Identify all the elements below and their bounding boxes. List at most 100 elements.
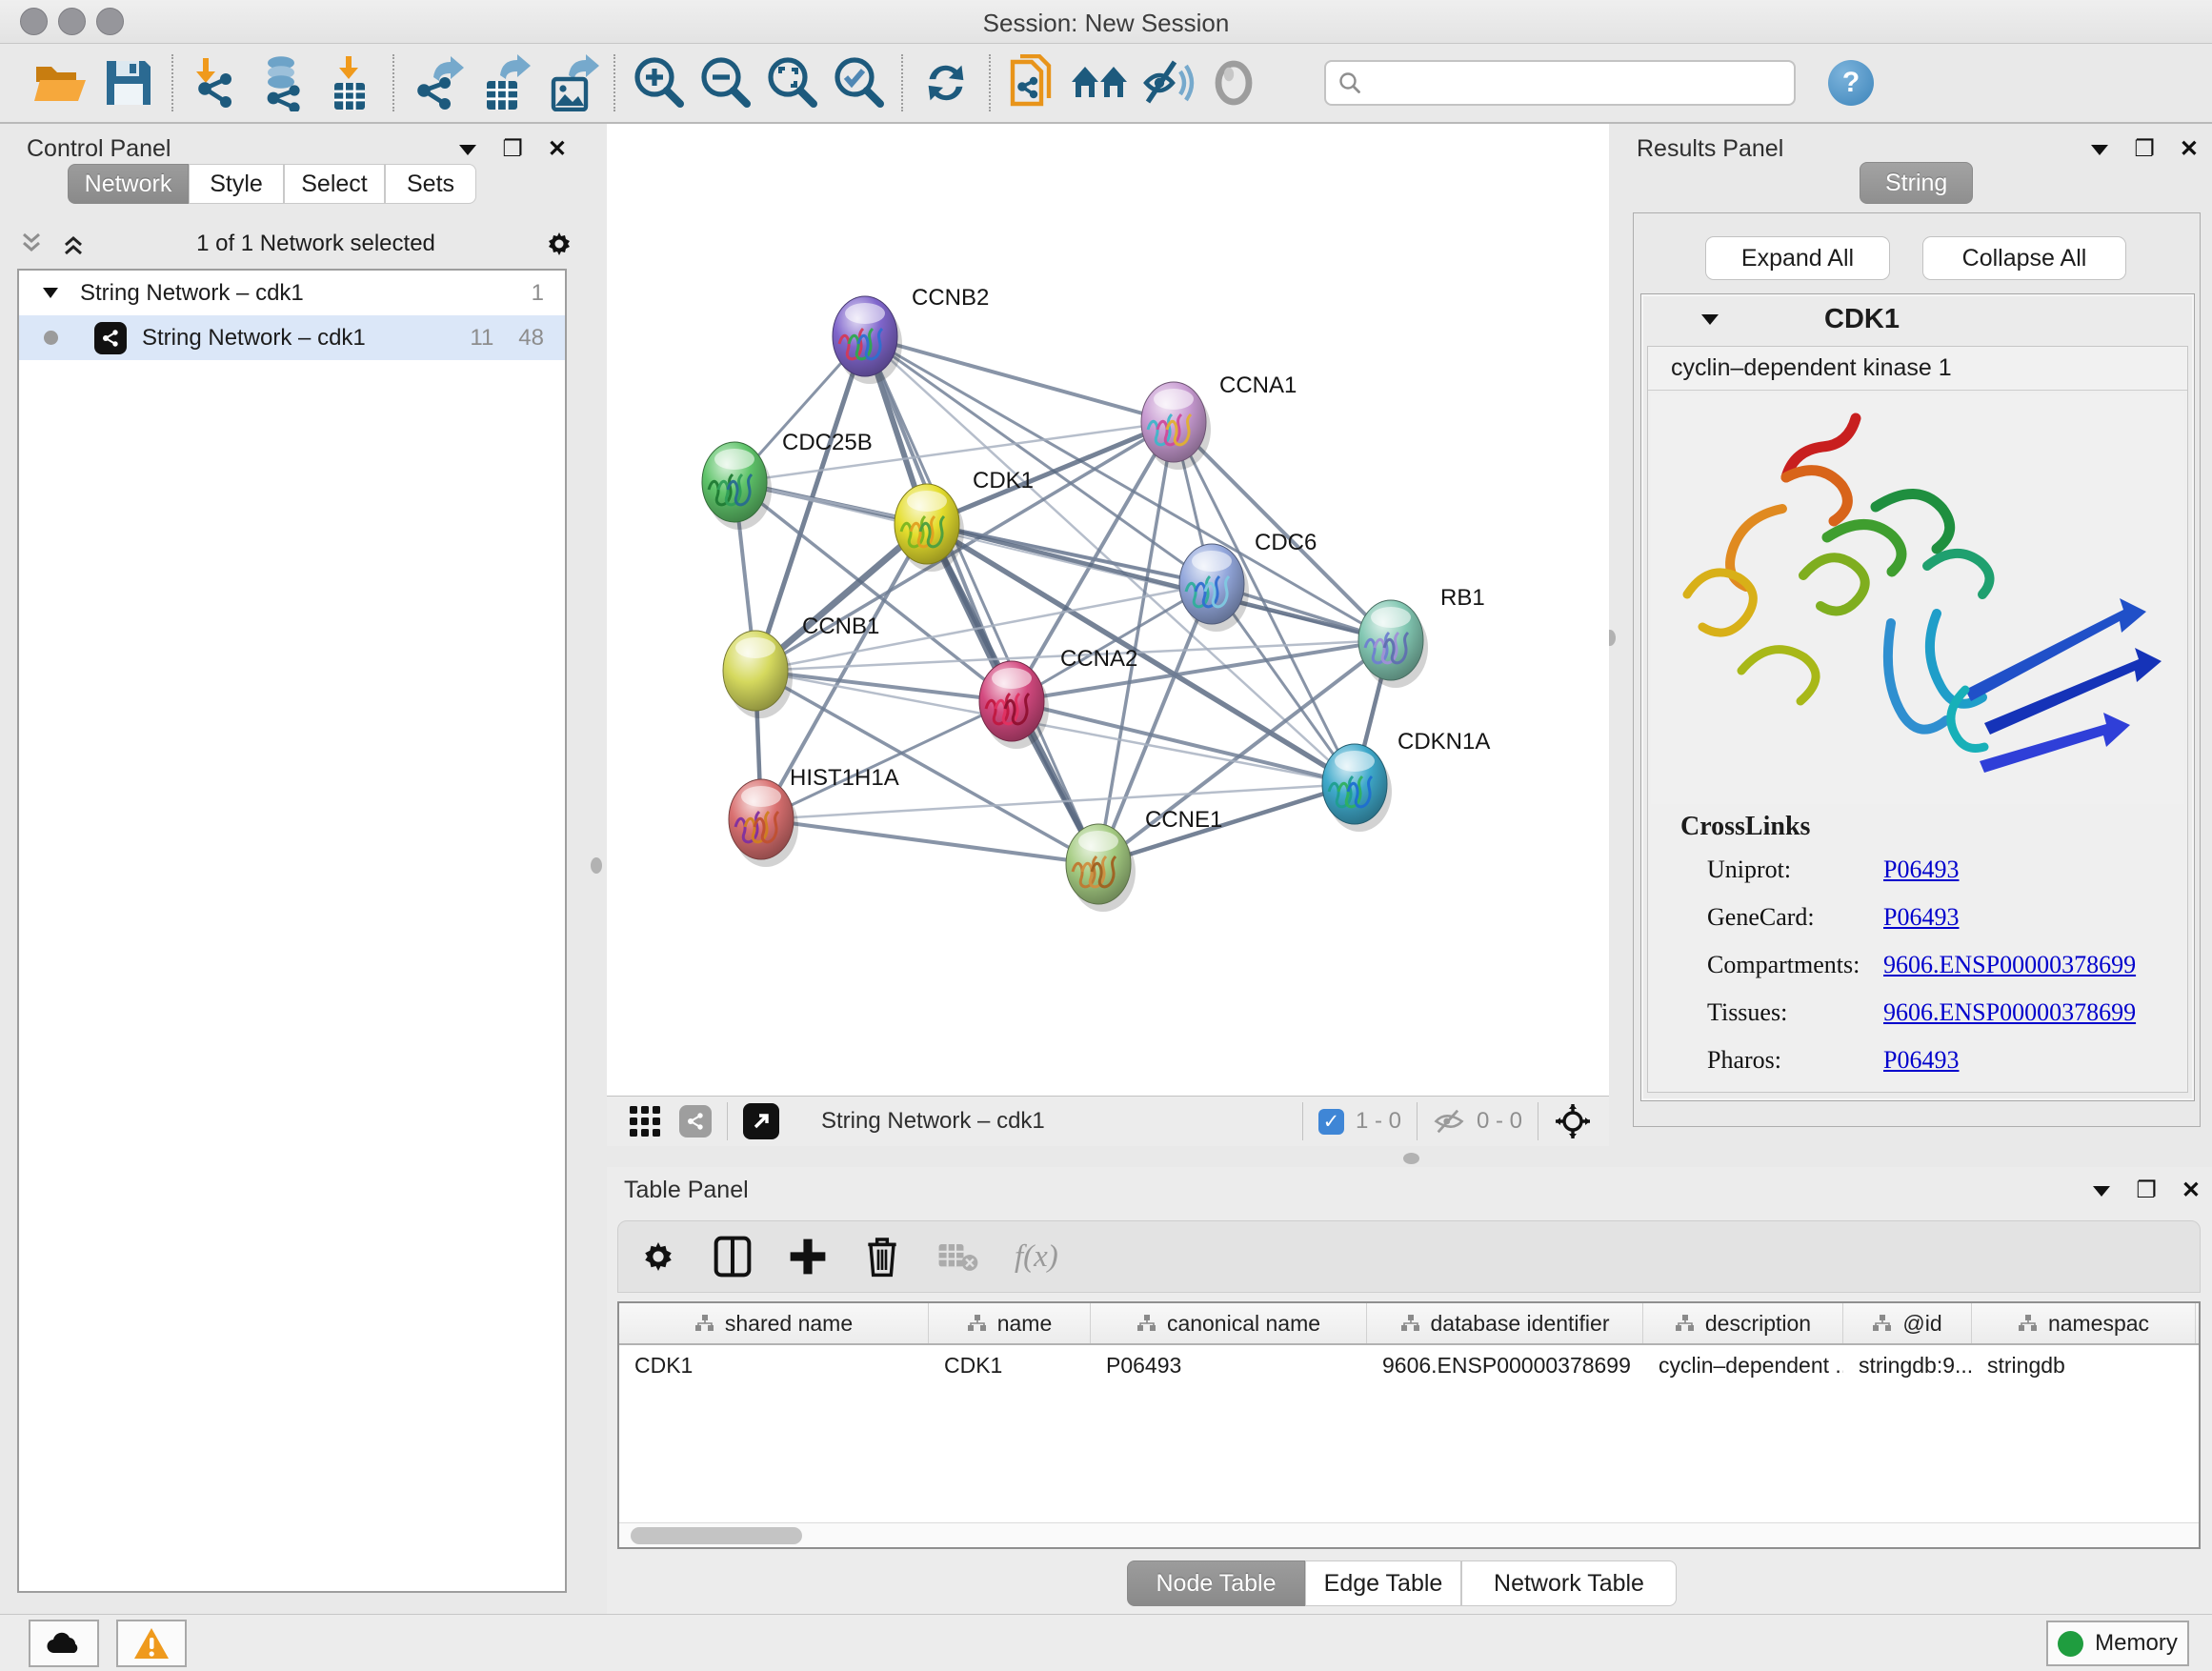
- collapse-all-button[interactable]: Collapse All: [1922, 236, 2126, 280]
- column-header[interactable]: canonical name: [1091, 1303, 1367, 1343]
- export-table-button[interactable]: [471, 51, 537, 114]
- center-view-crosshair-icon[interactable]: [1554, 1102, 1592, 1140]
- import-network-from-database-button[interactable]: [250, 51, 316, 114]
- memory-button[interactable]: Memory: [2046, 1621, 2189, 1666]
- network-node[interactable]: CCNE1: [1066, 807, 1222, 912]
- table-panel: Table Panel ❐ ✕: [607, 1167, 2212, 1614]
- zoom-fit-button[interactable]: [758, 51, 825, 114]
- add-column-icon[interactable]: [788, 1237, 828, 1277]
- selected-node-edge-count: 1 - 0: [1356, 1108, 1401, 1135]
- tab-network[interactable]: Network: [68, 164, 189, 204]
- panel-menu-icon[interactable]: [2092, 1184, 2111, 1198]
- crosslink-link[interactable]: 9606.ENSP00000378699: [1883, 951, 2136, 979]
- string-network-graph[interactable]: CCNB2CCNA1CDC25BCDK1CDC6RB1CCNB1CCNA2CDK…: [607, 124, 1609, 1096]
- tab-select[interactable]: Select: [284, 164, 385, 204]
- help-button[interactable]: ?: [1828, 60, 1874, 106]
- network-node[interactable]: CCNA1: [1141, 372, 1297, 470]
- cloud-status-button[interactable]: [29, 1620, 99, 1667]
- search-field[interactable]: [1324, 60, 1796, 106]
- zoom-in-button[interactable]: [625, 51, 692, 114]
- string-import-button[interactable]: [1000, 51, 1067, 114]
- panel-close-icon[interactable]: ✕: [2182, 1177, 2201, 1204]
- tab-sets[interactable]: Sets: [385, 164, 476, 204]
- tab-node-table[interactable]: Node Table: [1127, 1560, 1305, 1606]
- column-grip-icon: [694, 1314, 715, 1333]
- column-header[interactable]: database identifier: [1367, 1303, 1643, 1343]
- crosslink-link[interactable]: P06493: [1883, 856, 1959, 884]
- panel-float-icon[interactable]: ❐: [2134, 135, 2155, 163]
- scrollbar-thumb[interactable]: [631, 1527, 802, 1544]
- crosslink-link[interactable]: P06493: [1883, 1046, 1959, 1075]
- control-panel-title: Control Panel: [27, 135, 171, 163]
- panel-float-icon[interactable]: ❐: [502, 135, 523, 163]
- column-header[interactable]: shared name: [619, 1303, 929, 1343]
- bottom-splitter-grip[interactable]: [1403, 1153, 1419, 1164]
- show-columns-icon[interactable]: [714, 1236, 752, 1278]
- panel-menu-icon[interactable]: [458, 143, 477, 156]
- collapse-all-icon[interactable]: [17, 230, 46, 258]
- node-table[interactable]: shared namenamecanonical namedatabase id…: [617, 1301, 2201, 1549]
- network-node[interactable]: CCNA2: [979, 646, 1137, 749]
- import-network-button[interactable]: [183, 51, 250, 114]
- zoom-selected-button[interactable]: [825, 51, 892, 114]
- network-view-canvas[interactable]: CCNB2CCNA1CDC25BCDK1CDC6RB1CCNB1CCNA2CDK…: [607, 124, 1609, 1096]
- tab-edge-table[interactable]: Edge Table: [1305, 1560, 1461, 1606]
- panel-close-icon[interactable]: ✕: [2180, 135, 2199, 163]
- zoom-fit-icon: [763, 54, 820, 111]
- protein-description: cyclin–dependent kinase 1: [1648, 347, 2187, 391]
- tab-string[interactable]: String: [1860, 162, 1973, 204]
- delete-column-trash-icon[interactable]: [864, 1236, 900, 1278]
- crosslink-link[interactable]: 9606.ENSP00000378699: [1883, 998, 2136, 1027]
- search-input[interactable]: [1372, 70, 1782, 96]
- network-row-selected[interactable]: String Network – cdk1 11 48: [19, 315, 565, 360]
- zoom-out-button[interactable]: [692, 51, 758, 114]
- refresh-button[interactable]: [913, 51, 979, 114]
- protein-header-row[interactable]: CDK1: [1641, 294, 2194, 344]
- expand-all-icon[interactable]: [59, 230, 88, 258]
- import-database-icon: [254, 54, 312, 111]
- grid-view-icon[interactable]: [628, 1104, 662, 1138]
- main-toolbar: ?: [0, 44, 2212, 124]
- selected-checkbox-icon[interactable]: ✓: [1318, 1109, 1344, 1135]
- inactive-eye-button[interactable]: [1200, 51, 1267, 114]
- tab-network-table[interactable]: Network Table: [1461, 1560, 1677, 1606]
- table-row[interactable]: CDK1CDK1P064939606.ENSP00000378699cyclin…: [619, 1345, 2199, 1385]
- control-panel: Control Panel ❐ ✕ Network Style Select S…: [0, 124, 592, 1614]
- panel-close-icon[interactable]: ✕: [548, 135, 567, 163]
- network-selection-bar: 1 of 1 Network selected: [17, 221, 574, 267]
- collection-row[interactable]: String Network – cdk1 1: [19, 271, 565, 315]
- network-options-gear-icon[interactable]: [544, 229, 574, 259]
- network-node[interactable]: CDC25B: [702, 430, 873, 530]
- column-header[interactable]: name: [929, 1303, 1091, 1343]
- network-node[interactable]: CDKN1A: [1322, 729, 1490, 832]
- crosslink-link[interactable]: P06493: [1883, 903, 1959, 932]
- homes-icon: [1070, 57, 1131, 109]
- table-settings-gear-icon[interactable]: [639, 1238, 677, 1276]
- table-horizontal-scrollbar[interactable]: [619, 1522, 2199, 1547]
- network-node[interactable]: RB1: [1358, 585, 1485, 688]
- panel-menu-icon[interactable]: [2090, 143, 2109, 156]
- tab-style[interactable]: Style: [189, 164, 284, 204]
- network-view-share-icon[interactable]: [679, 1105, 712, 1137]
- export-network-button[interactable]: [404, 51, 471, 114]
- protein-expander-icon[interactable]: [1700, 312, 1719, 326]
- column-header[interactable]: namespac: [1972, 1303, 2196, 1343]
- show-hide-results-button[interactable]: [1134, 51, 1200, 114]
- column-header[interactable]: description: [1643, 1303, 1843, 1343]
- table-cell: cyclin–dependent ...: [1643, 1345, 1843, 1385]
- toolbar-separator: [392, 54, 394, 111]
- node-label: CCNA2: [1060, 646, 1137, 672]
- detach-view-icon[interactable]: [743, 1103, 779, 1139]
- node-label: CDC6: [1255, 530, 1317, 555]
- open-session-button[interactable]: [29, 51, 95, 114]
- column-header[interactable]: @id: [1843, 1303, 1972, 1343]
- save-session-button[interactable]: [95, 51, 162, 114]
- collection-expander-icon[interactable]: [42, 287, 59, 299]
- string-home-button[interactable]: [1067, 51, 1134, 114]
- import-table-button[interactable]: [316, 51, 383, 114]
- export-image-button[interactable]: [537, 51, 604, 114]
- expand-all-button[interactable]: Expand All: [1705, 236, 1890, 280]
- panel-float-icon[interactable]: ❐: [2136, 1177, 2157, 1204]
- left-splitter-grip[interactable]: [591, 857, 602, 874]
- warnings-button[interactable]: [116, 1620, 187, 1667]
